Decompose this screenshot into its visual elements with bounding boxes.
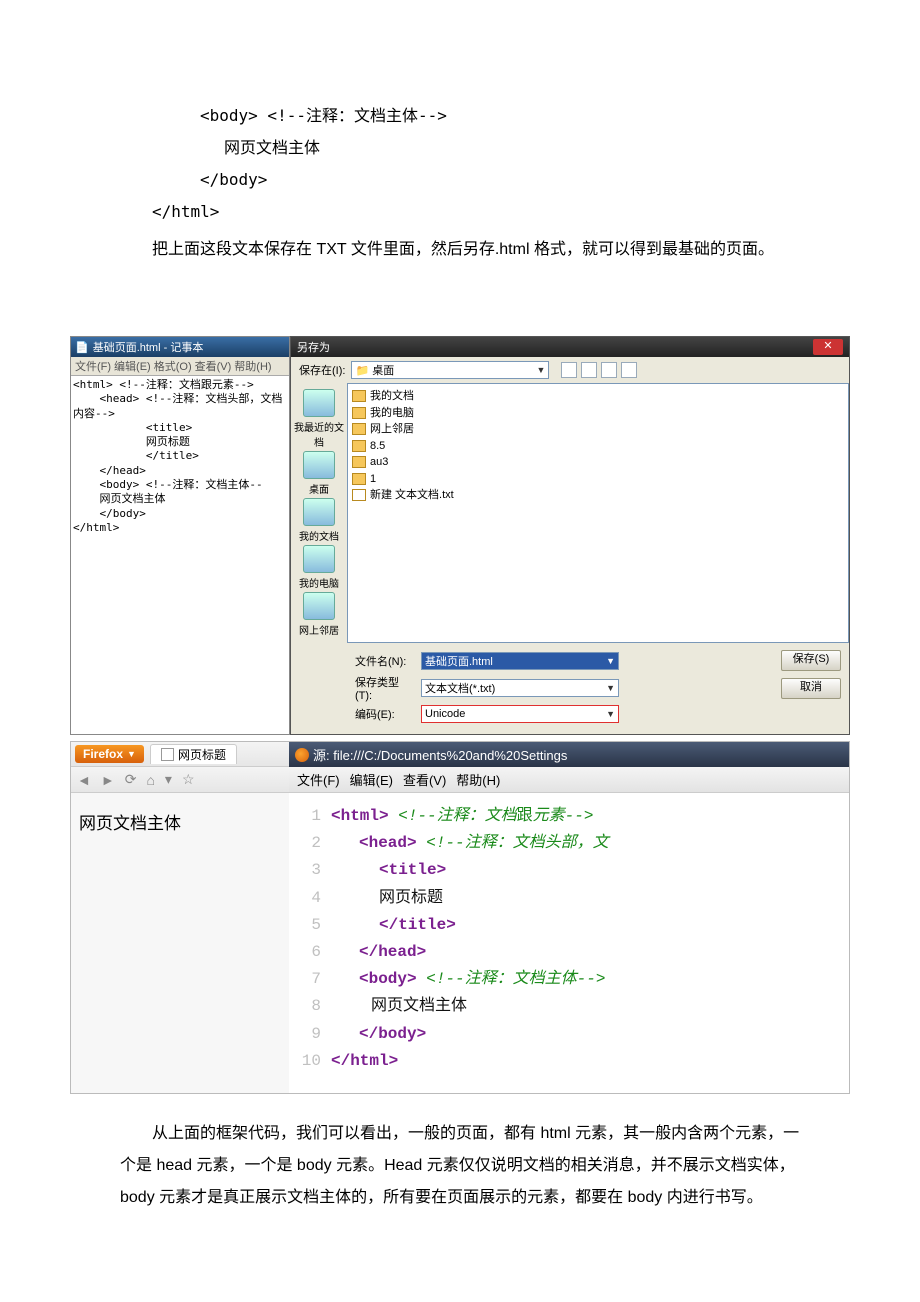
code-line: </html> <box>120 196 800 228</box>
encoding-dropdown[interactable]: Unicode▼ <box>421 705 619 723</box>
reload-icon[interactable]: ⟳ <box>125 771 137 788</box>
filename-label: 文件名(N): <box>355 653 415 669</box>
firefox-icon <box>295 748 309 762</box>
browser-tab[interactable]: 网页标题 <box>150 744 237 764</box>
nav-up-icon[interactable] <box>581 362 597 378</box>
save-in-label: 保存在(I): <box>299 362 345 378</box>
save-as-dialog: 另存为 ✕ 保存在(I): 📁 桌面▼ 我最近的文档 桌面 我的文档 我的电脑 … <box>290 336 850 735</box>
notepad-icon: 📄 <box>75 341 89 354</box>
view-source-menubar[interactable]: 文件(F)编辑(E)查看(V)帮助(H) <box>289 767 849 793</box>
cancel-button[interactable]: 取消 <box>781 678 841 699</box>
dialog-title: 另存为 <box>297 339 330 355</box>
notepad-titlebar: 📄 基础页面.html - 记事本 <box>71 337 289 357</box>
notepad-textarea[interactable]: <html> <!--注释：文档跟元素--> <head> <!--注释：文档头… <box>71 376 289 615</box>
code-sample: <body> <!--注释：文档主体--> 网页文档主体 </body> </h… <box>120 100 800 228</box>
firefox-menu-button[interactable]: Firefox▼ <box>75 745 144 763</box>
code-line: </body> <box>120 164 800 196</box>
filename-input[interactable]: 基础页面.html▼ <box>421 652 619 670</box>
notepad-menubar[interactable]: 文件(F)编辑(E)格式(O)查看(V)帮助(H) <box>71 357 289 376</box>
close-button[interactable]: ✕ <box>813 339 843 355</box>
filetype-dropdown[interactable]: 文本文档(*.txt)▼ <box>421 679 619 697</box>
view-source-title: 源: file:///C:/Documents%20and%20Settings <box>289 742 849 767</box>
home-icon[interactable]: ⌂ <box>146 772 154 788</box>
paragraph: 把上面这段文本保存在 TXT 文件里面，然后另存.html 格式，就可以得到最基… <box>120 234 800 266</box>
encoding-label: 编码(E): <box>355 706 415 722</box>
filetype-label: 保存类型(T): <box>355 674 415 702</box>
view-menu-icon[interactable] <box>621 362 637 378</box>
bookmark-icon[interactable]: ☆ <box>182 771 195 788</box>
file-list[interactable]: 我的文档 我的电脑 网上邻居 8.5 au3 1 新建 文本文档.txt <box>347 383 849 643</box>
code-line: 网页文档主体 <box>120 132 800 164</box>
nav-back-icon[interactable] <box>561 362 577 378</box>
code-line: <body> <!--注释：文档主体--> <box>120 100 800 132</box>
page-icon <box>161 748 174 761</box>
back-icon[interactable]: ◄ <box>77 772 91 788</box>
source-code-pane[interactable]: 1<html> <!--注释：文档跟元素-->2<head> <!--注释：文档… <box>289 793 849 1093</box>
save-button[interactable]: 保存(S) <box>781 650 841 671</box>
rendered-page: 网页文档主体 <box>71 793 289 850</box>
paragraph: 从上面的框架代码，我们可以看出，一般的页面，都有 html 元素，其一般内含两个… <box>120 1118 800 1214</box>
firefox-screenshot: Firefox▼ 网页标题 ◄ ► ⟳ ⌂ ▾ ☆ 网页文档主体 源: file… <box>70 741 850 1094</box>
dropdown-icon[interactable]: ▾ <box>165 771 172 788</box>
places-bar[interactable]: 我最近的文档 桌面 我的文档 我的电脑 网上邻居 <box>291 383 347 643</box>
forward-icon[interactable]: ► <box>101 772 115 788</box>
new-folder-icon[interactable] <box>601 362 617 378</box>
notepad-and-save-screenshot: 📄 基础页面.html - 记事本 文件(F)编辑(E)格式(O)查看(V)帮助… <box>70 336 850 735</box>
save-in-dropdown[interactable]: 📁 桌面▼ <box>351 361 549 379</box>
